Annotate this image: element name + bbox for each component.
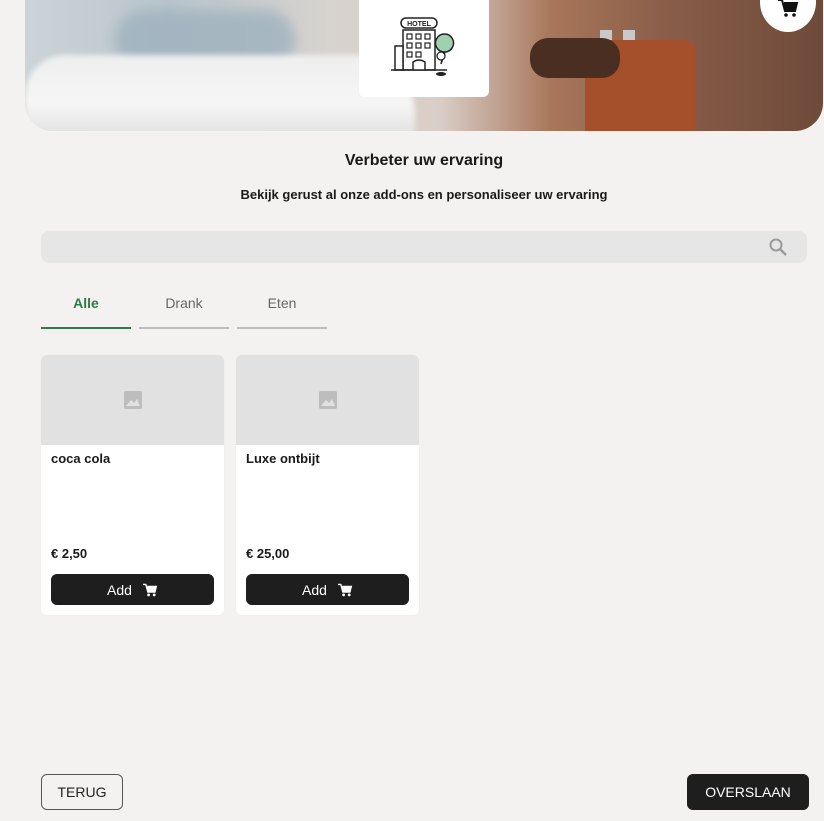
add-to-cart-button[interactable]: Add [51,574,214,605]
page-title: Verbeter uw ervaring [344,152,504,169]
product-image [236,355,419,445]
tab-alle[interactable]: Alle [41,287,131,329]
product-price: € 2,50 [51,546,88,561]
back-button[interactable]: TERUG [41,774,123,810]
page-subtitle: Bekijk gerust al onze add-ons en persona… [240,187,608,202]
hotel-logo-icon: HOTEL [391,16,455,76]
product-list: coca cola € 2,50 Add Luxe ontbijt € 25,0… [41,355,419,615]
hotel-logo-card: HOTEL [359,0,489,97]
shopping-cart-icon [337,583,353,596]
product-name: Luxe ontbijt [246,451,320,466]
product-image [41,355,224,445]
image-placeholder-icon [318,391,337,409]
tab-drank[interactable]: Drank [139,287,229,329]
search-bar [41,231,807,263]
category-tabs: Alle Drank Eten [41,287,327,329]
image-placeholder-icon [123,391,142,409]
shopping-cart-icon [142,583,158,596]
add-button-label: Add [107,581,132,598]
tab-eten[interactable]: Eten [237,287,327,329]
search-input[interactable] [41,231,807,263]
add-button-label: Add [302,581,327,598]
product-card: coca cola € 2,50 Add [41,355,224,615]
add-to-cart-button[interactable]: Add [246,574,409,605]
product-card: Luxe ontbijt € 25,00 Add [236,355,419,615]
hero-hand [530,38,620,78]
shopping-cart-icon [778,0,799,17]
product-name: coca cola [51,451,111,466]
hotel-logo-text: HOTEL [407,21,431,28]
product-price: € 25,00 [246,546,290,561]
search-icon[interactable] [769,238,787,256]
hero-bed [25,55,415,131]
skip-button[interactable]: OVERSLAAN [687,774,809,810]
